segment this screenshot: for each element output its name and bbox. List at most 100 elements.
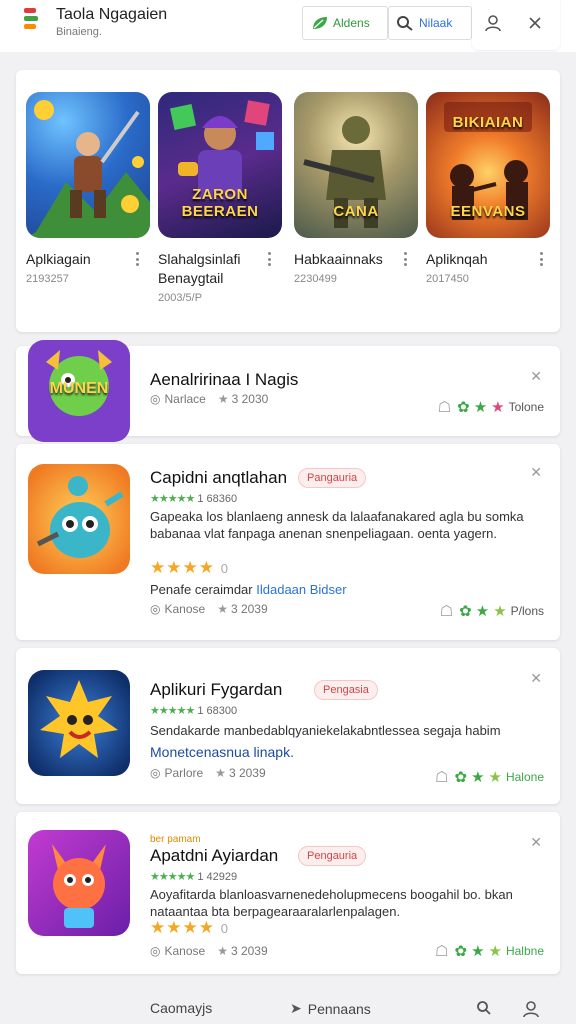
bottom-nav-profile[interactable]	[522, 1000, 540, 1018]
bottom-nav-mid-label: Pennaans	[307, 1000, 371, 1017]
bottom-nav: Caomayjs ➤ Pennaans	[0, 990, 576, 1024]
app-card-4[interactable]: ber pamam Apatdni Ayiardan Pengauria ✕ ★…	[16, 812, 560, 974]
app-card-4-note: ber pamam	[150, 834, 201, 845]
app-card-1-actions[interactable]: ☖ ✿ ★ ★ Tolone	[438, 398, 544, 416]
comment-icon: ◎	[150, 944, 161, 958]
app-card-3-icon	[28, 670, 130, 776]
app-card-4-footer: ◎ Kanose ★ 3 2039	[150, 944, 268, 958]
app-card-2-foot-left: Kanose	[164, 602, 206, 616]
featured-app-4-tag: EENVANS	[450, 203, 526, 220]
rating-stars-icon: ★★★★★	[150, 493, 195, 505]
share-icon[interactable]: ☖	[435, 942, 448, 960]
featured-app-2-name: Slahalgsinlafi Benaygtail	[158, 251, 241, 286]
app-card-2-extra-prefix: Penafe ceraimdar	[150, 582, 253, 597]
aldens-label: Aldens	[333, 16, 370, 30]
badge-icon: ✿	[457, 399, 470, 416]
app-card-4-icon	[28, 830, 130, 936]
app-card-3-rating-count: 1 68300	[197, 705, 238, 717]
app-card-3-foot-left: Parlore	[164, 766, 204, 780]
app-card-3-dismiss-icon[interactable]: ✕	[530, 670, 542, 687]
app-card-3-badge: Pengasia	[314, 680, 378, 700]
star-icon: ★	[473, 399, 488, 416]
app-card-2-stars-note: 0	[220, 561, 229, 576]
app-card-4-stars: ★★★★ 0	[150, 918, 229, 937]
featured-app-3-name: Habkaainnaks	[294, 251, 383, 267]
search-icon	[397, 16, 413, 31]
user-icon[interactable]	[480, 10, 506, 36]
app-card-2-dismiss-icon[interactable]: ✕	[530, 464, 542, 481]
featured-app-1-menu-icon[interactable]	[134, 252, 140, 266]
featured-apps-card: Aplkiagain 2193257 ZARON BEERAEN Slahalg…	[16, 70, 560, 332]
star-icon: ★	[215, 766, 226, 780]
app-card-3-title: Aplikuri Fygardan	[150, 680, 283, 699]
share-icon[interactable]: ☖	[438, 398, 451, 416]
app-card-1[interactable]: MUNEN Aenalririnaa I Nagis ✕ ◎ Narlace ★…	[16, 340, 560, 442]
app-card-2-rating-count: 1 68360	[197, 493, 238, 505]
app-card-2-rating: ★★★★★ 1 68360	[150, 492, 237, 505]
featured-app-3[interactable]: CANA Habkaainnaks 2230499	[294, 92, 418, 285]
app-card-2-action-label: P/lons	[510, 604, 544, 618]
badge-icon: ✿	[454, 769, 468, 786]
featured-app-4[interactable]: BIKIAIAN EENVANS Apliknqah 2017450	[426, 92, 550, 285]
app-card-3-actions[interactable]: ☖ ✿ ★ ★ Halone	[435, 768, 544, 786]
featured-app-3-menu-icon[interactable]	[402, 252, 408, 266]
aldens-button[interactable]: Aldens	[302, 6, 388, 40]
app-card-3-action-label: Halone	[505, 770, 544, 784]
rating-stars-icon: ★★★★★	[150, 871, 195, 883]
app-card-1-action-label: Tolone	[508, 400, 544, 414]
star-icon: ★	[217, 602, 228, 616]
featured-app-3-tag: CANA	[333, 203, 379, 220]
app-card-3-link[interactable]: Monetcenasnua linapk.	[150, 744, 294, 760]
app-card-2-stars: ★★★★ 0	[150, 558, 229, 577]
app-subtitle: Binaieng.	[56, 26, 102, 38]
featured-app-2[interactable]: ZARON BEERAEN Slahalgsinlafi Benaygtail …	[158, 92, 282, 304]
app-card-4-rating: ★★★★★ 1 42929	[150, 870, 237, 883]
featured-app-4-menu-icon[interactable]	[538, 252, 544, 266]
star-icon: ★	[475, 603, 490, 620]
app-card-3-foot-count: 3 2039	[228, 766, 266, 780]
featured-app-3-meta: 2230499	[294, 273, 337, 285]
star-icon: ★	[471, 769, 485, 786]
app-logo	[24, 8, 38, 34]
app-card-4-foot-left: Kanose	[164, 944, 206, 958]
rating-stars-icon: ★★★★★	[150, 705, 195, 717]
share-icon[interactable]: ☖	[440, 602, 453, 620]
app-card-2-footer: ◎ Kanose ★ 3 2039	[150, 602, 268, 616]
badge-icon: ✿	[459, 603, 472, 620]
featured-app-1-name: Aplkiagain	[26, 251, 91, 267]
bottom-nav-left-label: Caomayjs	[150, 1000, 213, 1016]
share-icon[interactable]: ☖	[435, 768, 448, 786]
search-icon	[477, 1001, 491, 1015]
featured-app-2-tag: ZARON BEERAEN	[181, 186, 259, 220]
featured-app-2-menu-icon[interactable]	[266, 252, 272, 266]
nilaak-button[interactable]: Nilaak	[388, 6, 472, 40]
app-card-4-description: Aoyafitarda blanloasvarnenedeholupmecens…	[150, 887, 513, 919]
app-card-2-extra-link[interactable]: Ildadaan Bidser	[256, 582, 346, 597]
featured-app-1[interactable]: Aplkiagain 2193257	[26, 92, 150, 285]
app-card-4-stars-note: 0	[220, 921, 229, 936]
app-card-4-badge: Pengauria	[298, 846, 367, 866]
star-icon: ★	[488, 943, 502, 960]
bottom-nav-search[interactable]	[476, 1000, 492, 1016]
star-icon: ★	[217, 392, 229, 406]
app-card-4-action-label: Halbne	[505, 944, 544, 958]
app-card-2-actions[interactable]: ☖ ✿ ★ ★ P/lons	[440, 602, 544, 620]
app-card-2[interactable]: Capidni anqtlahan Pangauria ✕ ★★★★★ 1 68…	[16, 444, 560, 640]
bottom-nav-left[interactable]: Caomayjs	[150, 1000, 212, 1016]
app-title: Taola Ngagaien	[56, 6, 168, 23]
app-card-2-description: Gapeaka los blanlaeng annesk da lalaafan…	[150, 509, 524, 541]
app-card-4-dismiss-icon[interactable]: ✕	[530, 834, 542, 851]
bottom-nav-mid[interactable]: ➤ Pennaans	[290, 1000, 371, 1017]
comment-icon: ◎	[150, 392, 161, 406]
app-card-1-foot-count: 3 2030	[231, 392, 269, 406]
app-card-1-title: Aenalririnaa I Nagis	[150, 370, 299, 389]
user-icon	[523, 1001, 539, 1018]
app-card-4-actions[interactable]: ☖ ✿ ★ ★ Halbne	[435, 942, 544, 960]
close-icon[interactable]	[522, 10, 548, 36]
comment-icon: ◎	[150, 766, 161, 780]
app-card-1-dismiss-icon[interactable]: ✕	[530, 368, 542, 385]
app-card-3[interactable]: Aplikuri Fygardan Pengasia ✕ ★★★★★ 1 683…	[16, 648, 560, 804]
app-card-3-footer: ◎ Parlore ★ 3 2039	[150, 766, 266, 780]
featured-app-2-thumbnail: ZARON BEERAEN	[158, 92, 282, 238]
nilaak-label: Nilaak	[419, 16, 453, 30]
